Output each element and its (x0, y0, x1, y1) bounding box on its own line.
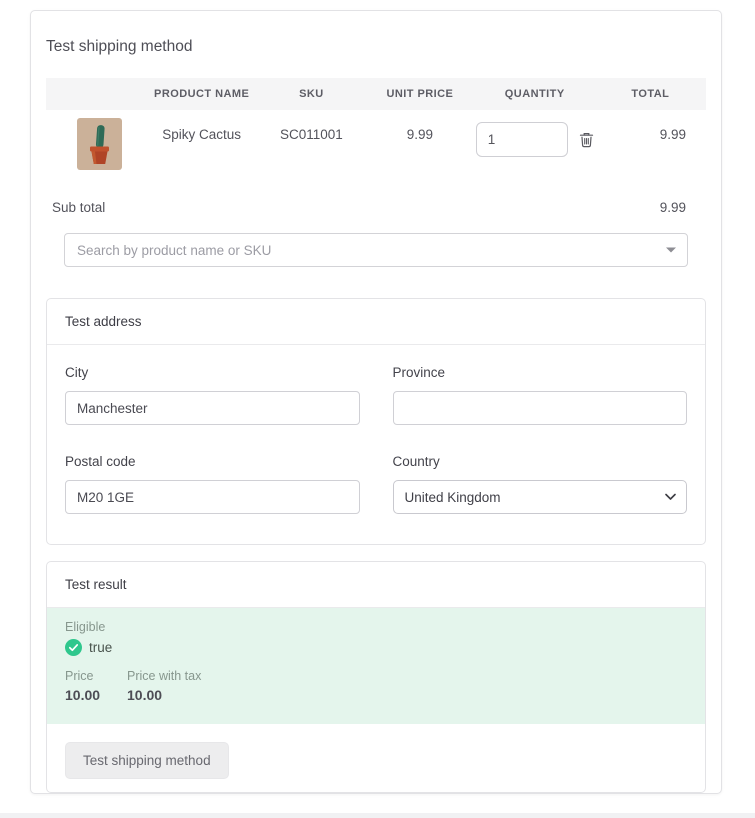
price-label: Price (65, 669, 127, 684)
postal-code-field[interactable] (65, 480, 360, 514)
product-total: 9.99 (595, 110, 706, 186)
price-with-tax-label: Price with tax (127, 669, 201, 684)
result-success-panel: Eligible true Price 10.00 Price with tax… (47, 608, 705, 724)
column-header-sku: SKU (258, 78, 365, 110)
address-card-title: Test address (47, 299, 705, 345)
column-header-total: TOTAL (595, 78, 706, 110)
province-field[interactable] (393, 391, 688, 425)
product-sku: SC011001 (258, 110, 365, 186)
page-title: Test shipping method (46, 38, 706, 56)
province-field-group: Province (393, 365, 688, 425)
test-shipping-method-button[interactable]: Test shipping method (65, 742, 229, 779)
quantity-input[interactable] (476, 122, 568, 157)
column-header-image (46, 78, 146, 110)
price-value: 10.00 (65, 687, 127, 703)
cactus-product-image (77, 118, 122, 170)
product-unit-price: 9.99 (365, 110, 475, 186)
subtotal-value: 9.99 (660, 200, 686, 215)
page-bottom-divider (0, 813, 755, 818)
postal-code-field-group: Postal code (65, 454, 360, 514)
test-shipping-method-panel: Test shipping method PRODUCT NAME SKU UN… (30, 10, 722, 794)
product-image-cell (46, 110, 146, 186)
result-card-title: Test result (47, 562, 705, 608)
price-with-tax-value: 10.00 (127, 687, 201, 703)
eligible-value: true (89, 640, 112, 655)
price-with-tax-block: Price with tax 10.00 (127, 669, 201, 703)
product-search-row (64, 233, 688, 267)
country-field-group: Country United Kingdom (393, 454, 688, 514)
products-table: PRODUCT NAME SKU UNIT PRICE QUANTITY TOT… (46, 78, 706, 186)
table-row: Spiky Cactus SC011001 9.99 (46, 110, 706, 186)
country-select[interactable]: United Kingdom (393, 480, 688, 514)
column-header-product-name: PRODUCT NAME (146, 78, 258, 110)
check-circle-icon (65, 639, 82, 656)
city-field[interactable] (65, 391, 360, 425)
product-search-input[interactable] (64, 233, 688, 267)
province-label: Province (393, 365, 688, 380)
postal-code-label: Postal code (65, 454, 360, 469)
city-field-group: City (65, 365, 360, 425)
eligible-label: Eligible (65, 620, 687, 635)
product-name: Spiky Cactus (146, 110, 258, 186)
city-label: City (65, 365, 360, 380)
trash-icon (579, 131, 594, 148)
remove-product-button[interactable] (579, 131, 594, 148)
subtotal-row: Sub total 9.99 (46, 186, 706, 233)
column-header-quantity: QUANTITY (475, 78, 595, 110)
subtotal-label: Sub total (52, 200, 105, 215)
dropdown-caret-icon[interactable] (666, 248, 676, 253)
test-result-card: Test result Eligible true Price 10.00 Pr… (46, 561, 706, 793)
price-block: Price 10.00 (65, 669, 127, 703)
column-header-unit-price: UNIT PRICE (365, 78, 475, 110)
test-address-card: Test address City Province Postal code C… (46, 298, 706, 545)
product-quantity-cell (475, 110, 595, 186)
country-label: Country (393, 454, 688, 469)
